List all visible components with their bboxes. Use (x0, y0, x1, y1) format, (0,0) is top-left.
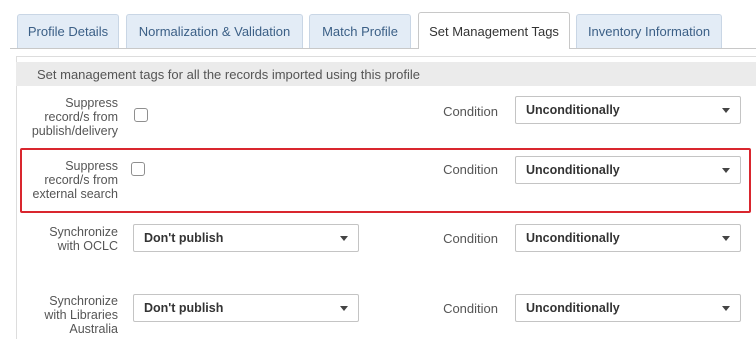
tab-divider (10, 48, 756, 49)
condition-select-value: Unconditionally (526, 103, 620, 117)
chevron-down-icon (340, 236, 348, 241)
condition-select-value: Unconditionally (526, 301, 620, 315)
label-line: Australia (69, 322, 118, 336)
row-suppress-publish-delivery: Suppress record/s from publish/delivery … (0, 96, 756, 146)
label-line: Suppress (65, 159, 118, 173)
row-suppress-external-search: Suppress record/s from external search C… (0, 156, 756, 206)
tab-label: Match Profile (322, 24, 398, 39)
tab-profile-details[interactable]: Profile Details (17, 14, 119, 48)
condition-select[interactable]: Unconditionally (515, 156, 741, 184)
label-line: Suppress (65, 96, 118, 110)
tab-match-profile[interactable]: Match Profile (309, 14, 411, 48)
suppress-external-search-checkbox[interactable] (131, 162, 145, 176)
synchronize-oclc-label: Synchronize with OCLC (14, 225, 118, 253)
label-line: with Libraries (44, 308, 118, 322)
suppress-publish-delivery-label: Suppress record/s from publish/delivery (14, 96, 118, 138)
condition-select[interactable]: Unconditionally (515, 294, 741, 322)
panel-header-text: Set management tags for all the records … (37, 66, 420, 82)
tab-bar: Profile Details Normalization & Validati… (0, 0, 756, 49)
tab-label: Profile Details (27, 24, 109, 39)
chevron-down-icon (722, 236, 730, 241)
label-line: record/s from (44, 110, 118, 124)
label-line: Synchronize (49, 225, 118, 239)
label-line: Synchronize (49, 294, 118, 308)
chevron-down-icon (722, 306, 730, 311)
chevron-down-icon (722, 168, 730, 173)
condition-label: Condition (443, 301, 498, 316)
publish-select-value: Don't publish (144, 231, 224, 245)
panel-header: Set management tags for all the records … (16, 62, 756, 86)
label-line: external search (32, 187, 118, 201)
publish-select-value: Don't publish (144, 301, 224, 315)
condition-select[interactable]: Unconditionally (515, 96, 741, 124)
label-line: publish/delivery (31, 124, 118, 138)
label-line: with OCLC (57, 239, 118, 253)
condition-select-value: Unconditionally (526, 231, 620, 245)
tab-set-management-tags[interactable]: Set Management Tags (418, 12, 570, 49)
row-synchronize-oclc: Synchronize with OCLC Don't publish Cond… (0, 224, 756, 264)
condition-select[interactable]: Unconditionally (515, 224, 741, 252)
tab-label: Normalization & Validation (138, 24, 291, 39)
tab-inventory-information[interactable]: Inventory Information (576, 14, 722, 48)
condition-label: Condition (443, 104, 498, 119)
tab-normalization-validation[interactable]: Normalization & Validation (126, 14, 303, 48)
oclc-publish-select[interactable]: Don't publish (133, 224, 359, 252)
tab-label: Set Management Tags (429, 23, 559, 39)
suppress-external-search-label: Suppress record/s from external search (14, 159, 118, 201)
chevron-down-icon (722, 108, 730, 113)
suppress-publish-delivery-checkbox[interactable] (134, 108, 148, 122)
synchronize-libraries-australia-label: Synchronize with Libraries Australia (14, 294, 118, 336)
label-line: record/s from (44, 173, 118, 187)
chevron-down-icon (340, 306, 348, 311)
condition-label: Condition (443, 231, 498, 246)
condition-label: Condition (443, 162, 498, 177)
libraries-australia-publish-select[interactable]: Don't publish (133, 294, 359, 322)
tab-label: Inventory Information (587, 24, 711, 39)
row-synchronize-libraries-australia: Synchronize with Libraries Australia Don… (0, 294, 756, 338)
condition-select-value: Unconditionally (526, 163, 620, 177)
